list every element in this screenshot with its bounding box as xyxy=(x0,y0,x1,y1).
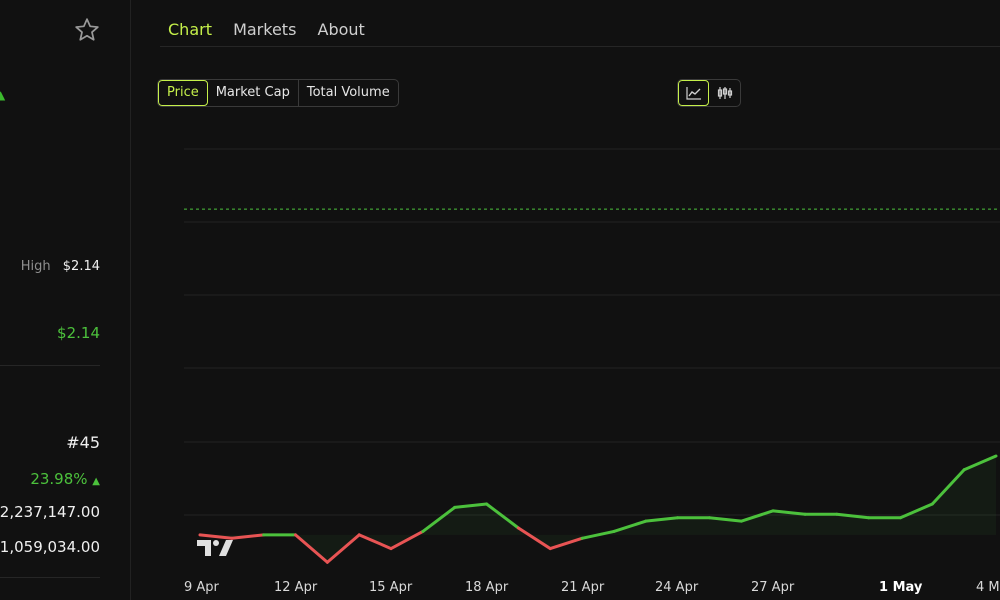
x-axis-tick-label: 18 Apr xyxy=(465,580,509,595)
total-volume-button[interactable]: Total Volume xyxy=(299,80,398,106)
metric-selector: Price Market Cap Total Volume xyxy=(157,79,399,107)
candlestick-button[interactable] xyxy=(709,80,740,106)
high-stat-row: High $2.14 xyxy=(21,259,100,274)
market-cap-button[interactable]: Market Cap xyxy=(208,80,299,106)
change-percent: 23.98% ▲ xyxy=(30,470,100,488)
tab-markets[interactable]: Markets xyxy=(233,20,296,39)
price-area-fill xyxy=(200,456,996,563)
price-button[interactable]: Price xyxy=(158,80,208,106)
x-axis-tick-label: 1 May xyxy=(879,580,923,595)
x-axis-tick-label: 9 Apr xyxy=(184,580,219,595)
x-axis-tick-label: 4 M xyxy=(976,580,1000,595)
left-stats-panel: ▲ High $2.14 $2.14 #45 23.98% ▲ 72,237,1… xyxy=(0,0,131,600)
tab-bar: Chart Markets About xyxy=(168,20,381,39)
chart-view-toggle xyxy=(677,79,741,107)
stat-value-2: 61,059,034.00 xyxy=(0,538,100,556)
stat-value-1: 72,237,147.00 xyxy=(0,503,100,521)
star-icon[interactable] xyxy=(74,17,100,43)
x-axis-tick-label: 15 Apr xyxy=(369,580,413,595)
tab-underline xyxy=(160,46,1000,47)
line-chart-icon xyxy=(685,87,701,100)
x-axis-tick-label: 21 Apr xyxy=(561,580,605,595)
price-value: $2.14 xyxy=(57,324,100,342)
price-chart[interactable] xyxy=(184,120,1000,600)
line-chart-button[interactable] xyxy=(678,80,709,106)
tab-chart[interactable]: Chart xyxy=(168,20,212,39)
x-axis-tick-label: 24 Apr xyxy=(655,580,699,595)
tradingview-logo[interactable] xyxy=(197,539,233,557)
tab-about[interactable]: About xyxy=(318,20,365,39)
change-arrow-icon: ▲ xyxy=(92,476,100,487)
up-arrow-icon: ▲ xyxy=(0,88,6,102)
high-label: High xyxy=(20,259,51,274)
x-axis-tick-label: 12 Apr xyxy=(274,580,318,595)
divider xyxy=(0,577,100,578)
divider xyxy=(0,365,100,366)
x-axis-tick-label: 27 Apr xyxy=(751,580,795,595)
candlestick-icon xyxy=(717,87,732,99)
change-percent-value: 23.98% xyxy=(30,470,88,488)
rank-value: #45 xyxy=(66,433,100,452)
high-value: $2.14 xyxy=(62,259,100,274)
